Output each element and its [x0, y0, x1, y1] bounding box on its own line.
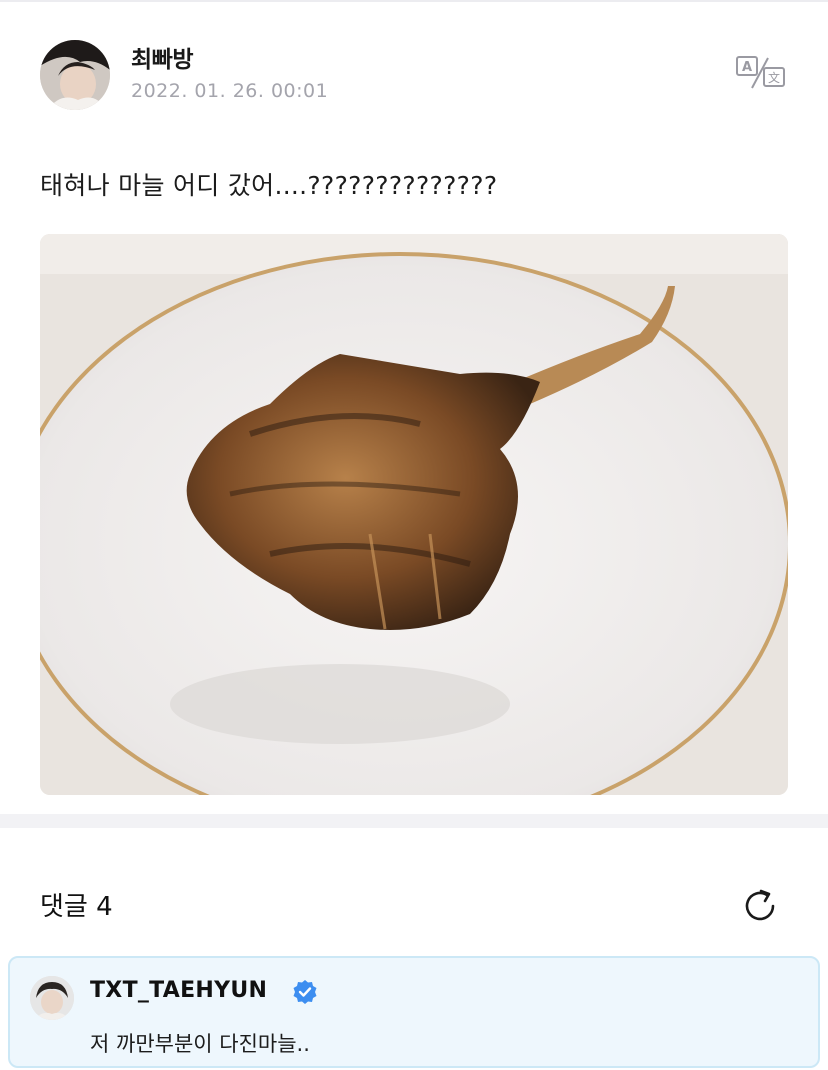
author-avatar[interactable]	[40, 40, 110, 110]
post-image[interactable]	[40, 234, 788, 795]
top-divider	[0, 0, 828, 2]
comment-item[interactable]: TXT_TAEHYUN 저 까만부분이 다진마늘..	[8, 956, 820, 1068]
post-date: 2022. 01. 26. 00:01	[131, 80, 329, 102]
comment-author-name[interactable]: TXT_TAEHYUN	[90, 978, 267, 1003]
translate-button[interactable]: A 文	[734, 54, 788, 92]
comments-header: 댓글 4	[40, 886, 790, 926]
post-body-text: 태혀나 마늘 어디 갔어....??????????????	[40, 171, 498, 200]
translate-icon: A 文	[736, 56, 785, 89]
author-name[interactable]: 최빠방	[131, 40, 193, 74]
svg-text:A: A	[742, 60, 752, 75]
comments-count-title: 댓글 4	[40, 892, 113, 922]
svg-text:文: 文	[768, 70, 780, 85]
refresh-icon	[745, 889, 775, 921]
food-photo-icon	[40, 234, 788, 795]
verified-badge-icon	[292, 979, 318, 1005]
comment-author-avatar[interactable]	[30, 976, 74, 1020]
section-divider	[0, 814, 828, 828]
post-header: 최빠방 2022. 01. 26. 00:01 A 文	[40, 40, 790, 112]
refresh-button[interactable]	[740, 886, 780, 926]
comment-text: 저 까만부분이 다진마늘..	[90, 1032, 310, 1056]
